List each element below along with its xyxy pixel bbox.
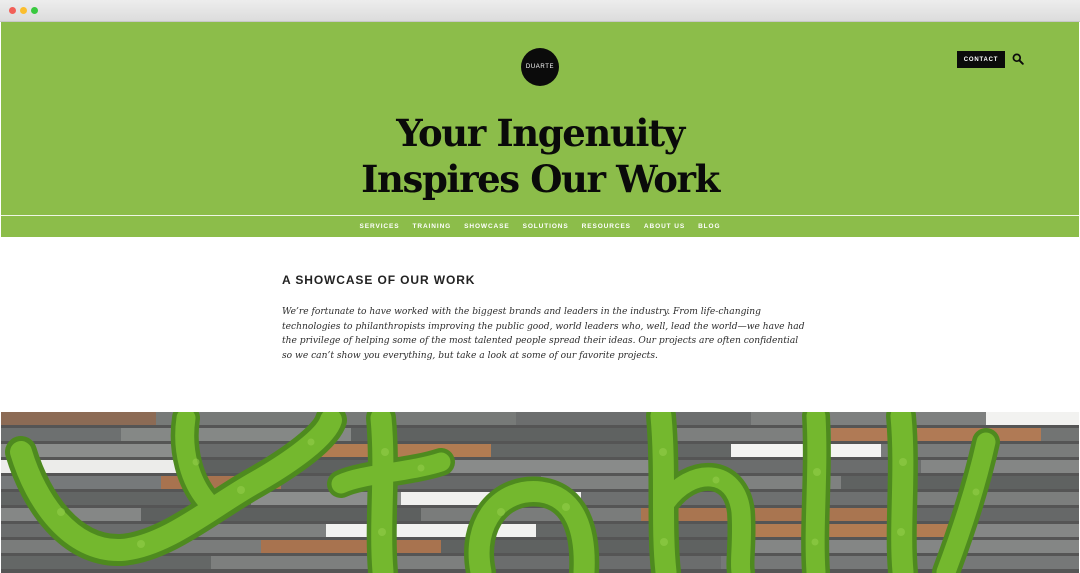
nav-item-showcase[interactable]: SHOWCASE <box>464 223 509 230</box>
browser-title-bar <box>0 0 1080 22</box>
maximize-window-icon[interactable] <box>31 7 38 14</box>
hero-banner: DUARTE CONTACT Your Ingenuity Inspires O… <box>1 22 1079 237</box>
moss-lettering <box>5 412 1000 573</box>
intro-paragraph: We’re fortunate to have worked with the … <box>282 307 805 361</box>
minimize-window-icon[interactable] <box>20 7 27 14</box>
search-icon[interactable] <box>1012 53 1024 65</box>
moss-wall-image <box>1 412 1079 573</box>
headline-line-1: Your Ingenuity <box>396 111 685 155</box>
nav-item-blog[interactable]: BLOG <box>698 223 720 230</box>
close-window-icon[interactable] <box>9 7 16 14</box>
nav-item-services[interactable]: SERVICES <box>360 223 400 230</box>
headline-line-2: Inspires Our Work <box>361 157 720 201</box>
nav-item-about-us[interactable]: ABOUT US <box>644 223 685 230</box>
contact-button[interactable]: CONTACT <box>957 51 1005 68</box>
nav-item-training[interactable]: TRAINING <box>413 223 452 230</box>
showcase-intro-section: A SHOWCASE OF OUR WORK We’re fortunate t… <box>1 237 1079 412</box>
nav-item-resources[interactable]: RESOURCES <box>582 223 631 230</box>
duarte-logo[interactable]: DUARTE <box>521 48 559 86</box>
nav-item-solutions[interactable]: SOLUTIONS <box>523 223 569 230</box>
main-navigation: SERVICES TRAINING SHOWCASE SOLUTIONS RES… <box>1 216 1079 237</box>
hero-headline: Your Ingenuity Inspires Our Work <box>290 110 790 202</box>
web-page: DUARTE CONTACT Your Ingenuity Inspires O… <box>1 22 1079 573</box>
section-title: A SHOWCASE OF OUR WORK <box>282 273 476 287</box>
